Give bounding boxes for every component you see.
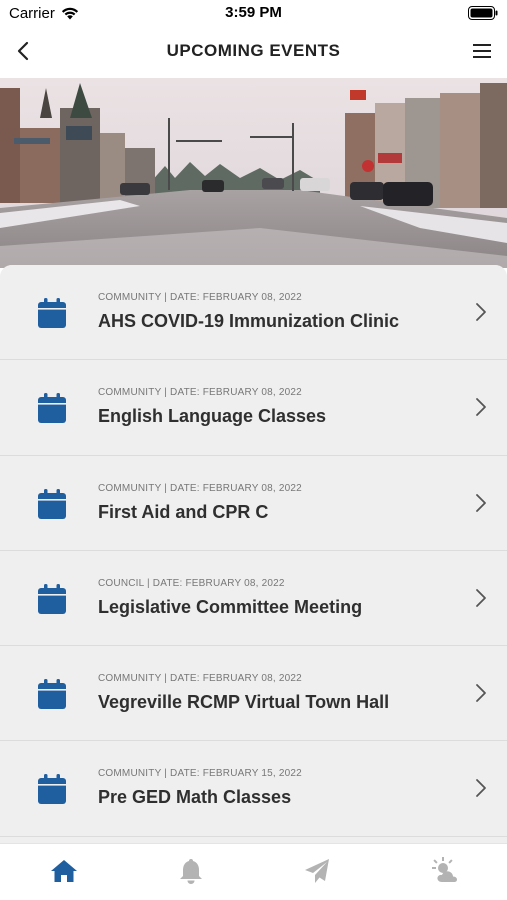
calendar-icon <box>38 393 66 424</box>
hamburger-menu-icon[interactable] <box>471 40 493 62</box>
weather-icon[interactable] <box>431 856 461 886</box>
event-meta: COMMUNITY | DATE: FEBRUARY 15, 2022 <box>98 768 302 780</box>
bell-icon[interactable] <box>176 856 206 886</box>
event-title: AHS COVID-19 Immunization Clinic <box>98 311 400 331</box>
header: UPCOMING EVENTS <box>0 26 507 78</box>
event-meta: COMMUNITY | DATE: FEBRUARY 08, 2022 <box>98 482 302 494</box>
chevron-right-icon <box>476 588 486 607</box>
event-meta: COMMUNITY | DATE: FEBRUARY 08, 2022 <box>98 673 302 685</box>
home-icon[interactable] <box>49 856 79 886</box>
event-title: Pre GED Math Classes <box>98 787 292 808</box>
status-time: 3:59 PM <box>225 4 282 21</box>
event-title: Vegreville RCMP Virtual Town Hall <box>98 692 390 713</box>
tab-bar <box>0 843 507 900</box>
event-list-item[interactable]: COMMUNITY | DATE: FEBRUARY 08, 2022 AHS … <box>0 265 507 361</box>
event-list-item[interactable]: COUNCIL | DATE: FEBRUARY 08, 2022 Legisl… <box>0 550 507 647</box>
event-meta: COMMUNITY | DATE: FEBRUARY 08, 2022 <box>98 387 302 399</box>
event-meta: COMMUNITY | DATE: FEBRUARY 08, 2022 <box>98 292 302 303</box>
event-title: English Language Classes <box>98 406 327 427</box>
calendar-icon <box>38 679 66 710</box>
hero-street-image <box>0 78 507 268</box>
event-list-item[interactable]: COMMUNITY | DATE: FEBRUARY 08, 2022 Firs… <box>0 455 507 551</box>
paper-plane-icon[interactable] <box>302 856 332 886</box>
calendar-icon <box>38 583 66 614</box>
event-title: First Aid and CPR C <box>98 501 269 522</box>
event-list-item[interactable]: COMMUNITY | DATE: FEBRUARY 15, 2022 Pre … <box>0 741 507 837</box>
event-meta: COUNCIL | DATE: FEBRUARY 08, 2022 <box>98 577 285 589</box>
battery-icon <box>468 6 498 20</box>
event-list-item[interactable]: COMMUNITY | DATE: FEBRUARY 08, 2022 Engl… <box>0 360 507 456</box>
chevron-right-icon <box>476 493 486 512</box>
chevron-right-icon <box>476 779 486 798</box>
status-bar: Carrier 3:59 PM <box>0 0 507 26</box>
chevron-right-icon <box>476 303 486 321</box>
calendar-icon <box>38 774 66 805</box>
chevron-right-icon <box>476 398 486 417</box>
event-list-item[interactable]: COMMUNITY | DATE: FEBRUARY 08, 2022 Vegr… <box>0 646 507 742</box>
calendar-icon <box>38 298 66 328</box>
page-title: UPCOMING EVENTS <box>166 41 341 60</box>
event-title: Legislative Committee Meeting <box>98 596 363 617</box>
chevron-right-icon <box>476 684 486 703</box>
calendar-icon <box>38 488 66 519</box>
event-list: COMMUNITY | DATE: FEBRUARY 08, 2022 AHS … <box>0 265 507 843</box>
